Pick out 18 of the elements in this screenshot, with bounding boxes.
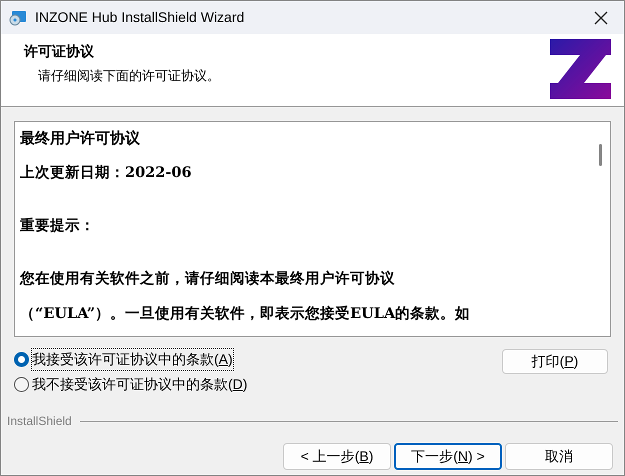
radio-option[interactable]: 我不接受该许可证协议中的条款(D) (14, 374, 502, 394)
license-heading: 最终用户许可协议 (20, 128, 141, 149)
license-line: 重要提示： (20, 216, 96, 236)
header-subtitle: 请仔细阅读下面的许可证协议。 (38, 67, 221, 85)
close-icon[interactable] (594, 10, 608, 24)
print-button[interactable]: 打印(P) (502, 349, 608, 374)
installer-icon (9, 10, 27, 26)
license-line: 您在使用有关软件之前，请仔细阅读本最终用户许可协议 (20, 269, 396, 289)
wizard-button[interactable]: < 上一步(B) (283, 443, 391, 470)
logo-icon (550, 39, 611, 99)
brand-label: InstallShield (7, 413, 72, 430)
wizard-button[interactable]: 取消 (505, 443, 613, 470)
header-title: 许可证协议 (24, 43, 95, 62)
license-line: 上次更新日期：2022-06 (20, 163, 193, 183)
window-title: INZONE Hub InstallShield Wizard (35, 8, 246, 27)
radio-option[interactable]: 我接受该许可证协议中的条款(A) (14, 349, 502, 369)
license-line: （“EULA”）。一旦使用有关软件，即表示您接受EULA的条款。如 (20, 304, 472, 324)
wizard-button[interactable]: 下一步(N) > (394, 443, 502, 470)
